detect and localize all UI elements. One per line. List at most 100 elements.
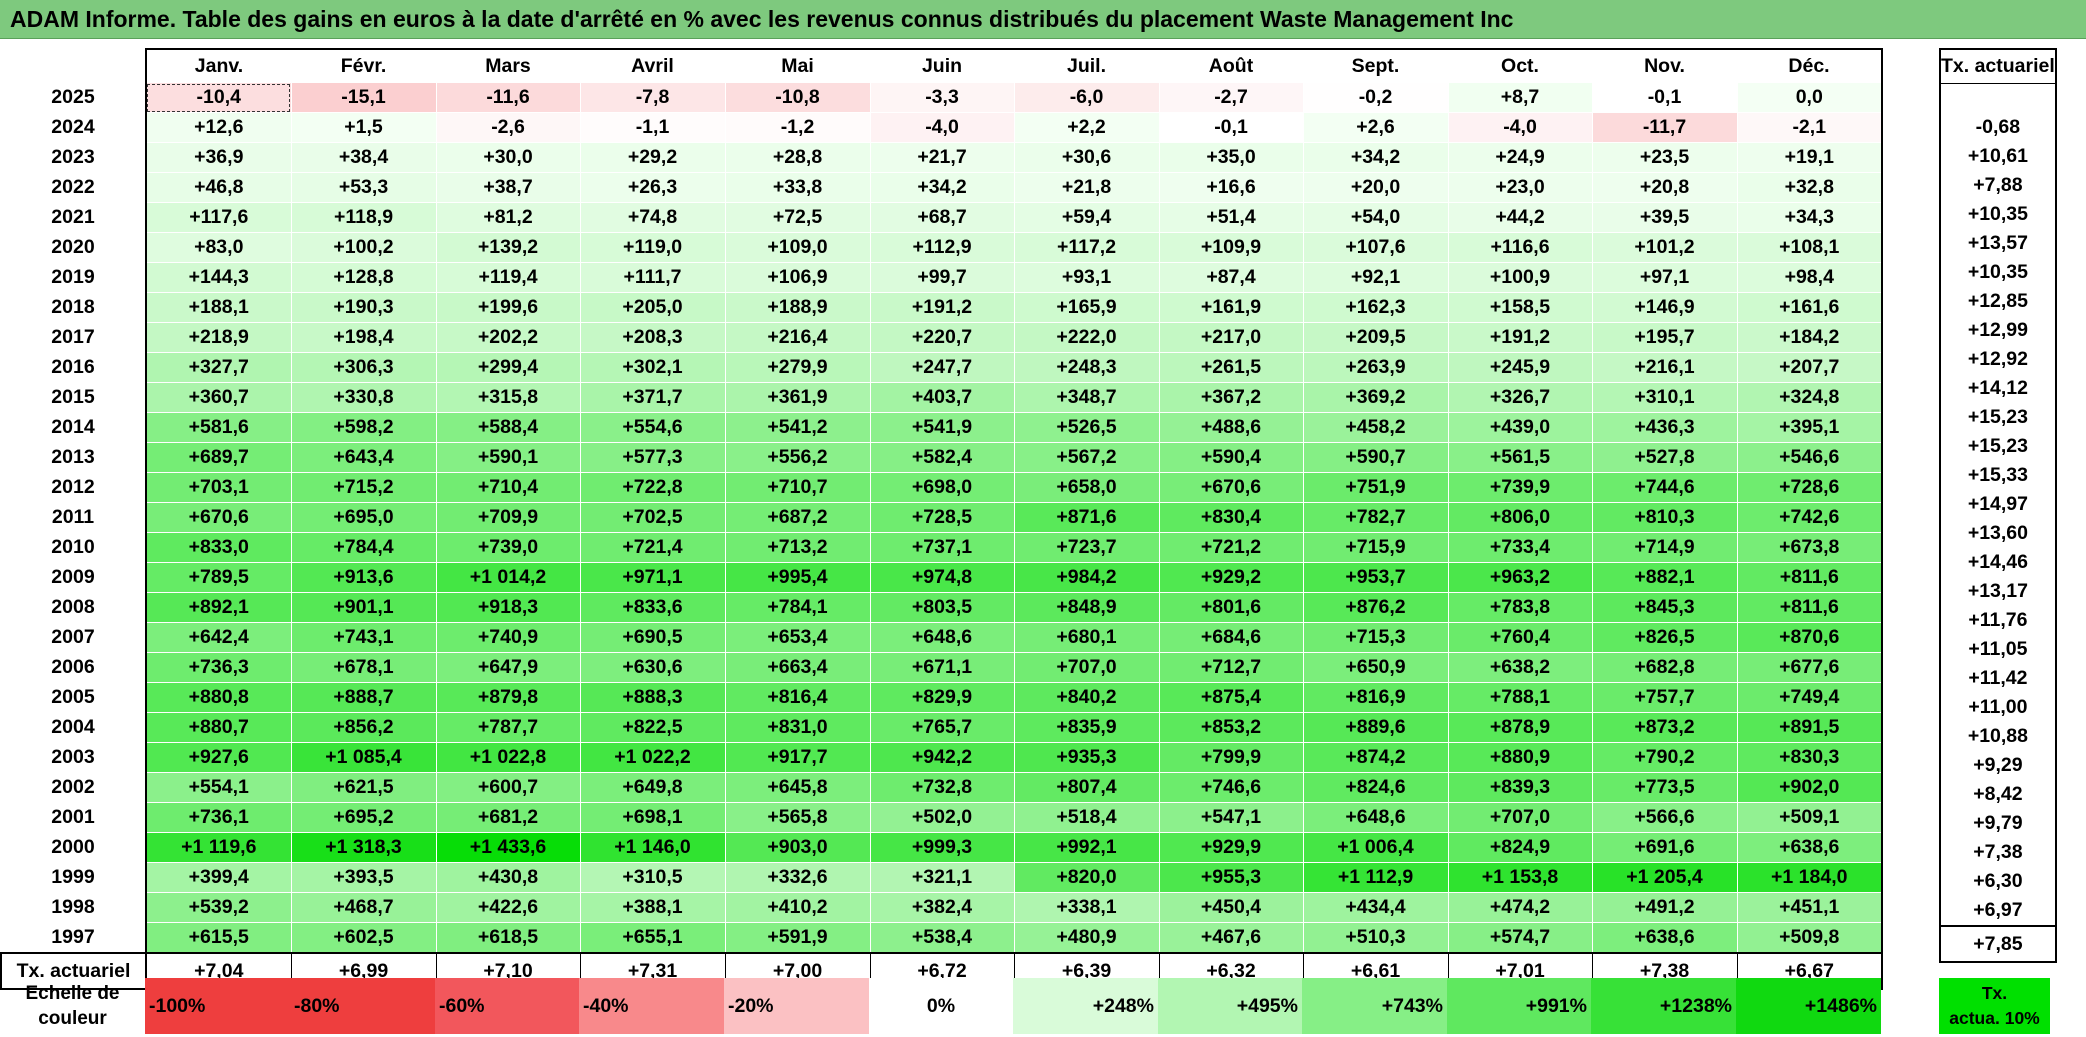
gain-cell[interactable]: +208,3 bbox=[580, 322, 726, 353]
gain-cell[interactable]: +829,9 bbox=[870, 682, 1015, 713]
gain-cell[interactable]: +188,1 bbox=[145, 292, 292, 323]
gain-cell[interactable]: +874,2 bbox=[1303, 742, 1449, 773]
gain-cell[interactable]: +547,1 bbox=[1159, 802, 1304, 833]
gain-cell[interactable]: +217,0 bbox=[1159, 322, 1304, 353]
gain-cell[interactable]: +188,9 bbox=[725, 292, 871, 323]
gain-cell[interactable]: +870,6 bbox=[1737, 622, 1883, 653]
gain-cell[interactable]: +687,2 bbox=[725, 502, 871, 533]
gain-cell[interactable]: +715,3 bbox=[1303, 622, 1449, 653]
gain-cell[interactable]: +681,2 bbox=[436, 802, 581, 833]
gain-cell[interactable]: +395,1 bbox=[1737, 412, 1883, 443]
gain-cell[interactable]: +451,1 bbox=[1737, 892, 1883, 923]
gain-cell[interactable]: +790,2 bbox=[1592, 742, 1738, 773]
gain-cell[interactable]: +541,9 bbox=[870, 412, 1015, 443]
gain-cell[interactable]: +670,6 bbox=[145, 502, 292, 533]
gain-cell[interactable]: +743,1 bbox=[291, 622, 437, 653]
gain-cell[interactable]: +87,4 bbox=[1159, 262, 1304, 293]
gain-cell[interactable]: +826,5 bbox=[1592, 622, 1738, 653]
gain-cell[interactable]: +191,2 bbox=[870, 292, 1015, 323]
gain-cell[interactable]: +158,5 bbox=[1448, 292, 1593, 323]
gain-cell[interactable]: +2,2 bbox=[1014, 112, 1160, 143]
gain-cell[interactable]: +615,5 bbox=[145, 922, 292, 954]
gain-cell[interactable]: +744,6 bbox=[1592, 472, 1738, 503]
gain-cell[interactable]: +161,9 bbox=[1159, 292, 1304, 323]
gain-cell[interactable]: +888,3 bbox=[580, 682, 726, 713]
gain-cell[interactable]: +83,0 bbox=[145, 232, 292, 263]
gain-cell[interactable]: +875,4 bbox=[1159, 682, 1304, 713]
gain-cell[interactable]: +710,4 bbox=[436, 472, 581, 503]
gain-cell[interactable]: +565,8 bbox=[725, 802, 871, 833]
gain-cell[interactable]: +33,8 bbox=[725, 172, 871, 203]
gain-cell[interactable]: +108,1 bbox=[1737, 232, 1883, 263]
gain-cell[interactable]: +369,2 bbox=[1303, 382, 1449, 413]
gain-cell[interactable]: +436,3 bbox=[1592, 412, 1738, 443]
gain-cell[interactable]: +845,3 bbox=[1592, 592, 1738, 623]
gain-cell[interactable]: +1 205,4 bbox=[1592, 862, 1738, 893]
gain-cell[interactable]: +591,9 bbox=[725, 922, 871, 954]
gain-cell[interactable]: +332,6 bbox=[725, 862, 871, 893]
gain-cell[interactable]: +109,0 bbox=[725, 232, 871, 263]
gain-cell[interactable]: +839,3 bbox=[1448, 772, 1593, 803]
gain-cell[interactable]: +721,2 bbox=[1159, 532, 1304, 563]
gain-cell[interactable]: +107,6 bbox=[1303, 232, 1449, 263]
gain-cell[interactable]: +53,3 bbox=[291, 172, 437, 203]
gain-cell[interactable]: +539,2 bbox=[145, 892, 292, 923]
gain-cell[interactable]: +645,8 bbox=[725, 772, 871, 803]
gain-cell[interactable]: +468,7 bbox=[291, 892, 437, 923]
gain-cell[interactable]: +913,6 bbox=[291, 562, 437, 593]
gain-cell[interactable]: +72,5 bbox=[725, 202, 871, 233]
gain-cell[interactable]: +736,3 bbox=[145, 652, 292, 683]
gain-cell[interactable]: +647,9 bbox=[436, 652, 581, 683]
gain-cell[interactable]: +783,8 bbox=[1448, 592, 1593, 623]
gain-cell[interactable]: +840,2 bbox=[1014, 682, 1160, 713]
gain-cell[interactable]: +261,5 bbox=[1159, 352, 1304, 383]
gain-cell[interactable]: +139,2 bbox=[436, 232, 581, 263]
gain-cell[interactable]: +38,7 bbox=[436, 172, 581, 203]
gain-cell[interactable]: +598,2 bbox=[291, 412, 437, 443]
gain-cell[interactable]: +835,9 bbox=[1014, 712, 1160, 743]
gain-cell[interactable]: +803,5 bbox=[870, 592, 1015, 623]
gain-cell[interactable]: +35,0 bbox=[1159, 142, 1304, 173]
gain-cell[interactable]: +330,8 bbox=[291, 382, 437, 413]
gain-cell[interactable]: +510,3 bbox=[1303, 922, 1449, 954]
gain-cell[interactable]: +643,4 bbox=[291, 442, 437, 473]
gain-cell[interactable]: +566,6 bbox=[1592, 802, 1738, 833]
gain-cell[interactable]: +784,1 bbox=[725, 592, 871, 623]
gain-cell[interactable]: +728,6 bbox=[1737, 472, 1883, 503]
gain-cell[interactable]: +34,3 bbox=[1737, 202, 1883, 233]
gain-cell[interactable]: +1 153,8 bbox=[1448, 862, 1593, 893]
gain-cell[interactable]: +556,2 bbox=[725, 442, 871, 473]
gain-cell[interactable]: +963,2 bbox=[1448, 562, 1593, 593]
gain-cell[interactable]: +36,9 bbox=[145, 142, 292, 173]
gain-cell[interactable]: +315,8 bbox=[436, 382, 581, 413]
gain-cell[interactable]: +757,7 bbox=[1592, 682, 1738, 713]
gain-cell[interactable]: +509,8 bbox=[1737, 922, 1883, 954]
gain-cell[interactable]: +422,6 bbox=[436, 892, 581, 923]
gain-cell[interactable]: +222,0 bbox=[1014, 322, 1160, 353]
gain-cell[interactable]: +810,3 bbox=[1592, 502, 1738, 533]
gain-cell[interactable]: +195,7 bbox=[1592, 322, 1738, 353]
gain-cell[interactable]: -3,3 bbox=[870, 83, 1015, 113]
gain-cell[interactable]: +929,9 bbox=[1159, 832, 1304, 863]
gain-cell[interactable]: +903,0 bbox=[725, 832, 871, 863]
gain-cell[interactable]: +248,3 bbox=[1014, 352, 1160, 383]
gain-cell[interactable]: +430,8 bbox=[436, 862, 581, 893]
gain-cell[interactable]: +590,1 bbox=[436, 442, 581, 473]
gain-cell[interactable]: +109,9 bbox=[1159, 232, 1304, 263]
gain-cell[interactable]: +880,7 bbox=[145, 712, 292, 743]
gain-cell[interactable]: +824,6 bbox=[1303, 772, 1449, 803]
gain-cell[interactable]: +715,2 bbox=[291, 472, 437, 503]
gain-cell[interactable]: +824,9 bbox=[1448, 832, 1593, 863]
gain-cell[interactable]: +100,9 bbox=[1448, 262, 1593, 293]
gain-cell[interactable]: +393,5 bbox=[291, 862, 437, 893]
gain-cell[interactable]: +581,6 bbox=[145, 412, 292, 443]
gain-cell[interactable]: +648,6 bbox=[870, 622, 1015, 653]
gain-cell[interactable]: +710,7 bbox=[725, 472, 871, 503]
gain-cell[interactable]: +816,9 bbox=[1303, 682, 1449, 713]
gain-cell[interactable]: +590,7 bbox=[1303, 442, 1449, 473]
gain-cell[interactable]: +942,2 bbox=[870, 742, 1015, 773]
gain-cell[interactable]: +746,6 bbox=[1159, 772, 1304, 803]
gain-cell[interactable]: +216,4 bbox=[725, 322, 871, 353]
gain-cell[interactable]: +820,0 bbox=[1014, 862, 1160, 893]
gain-cell[interactable]: +12,6 bbox=[145, 112, 292, 143]
